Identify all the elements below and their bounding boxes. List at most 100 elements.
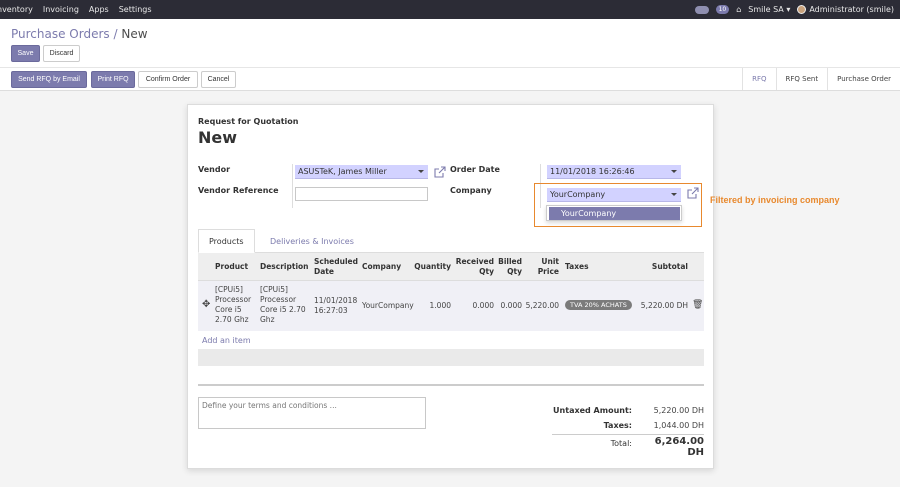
confirm-order-button[interactable]: Confirm Order: [138, 71, 198, 88]
tax-tag[interactable]: TVA 20% ACHATS: [565, 300, 632, 310]
cell-billed[interactable]: 0.000: [496, 301, 522, 311]
status-bar: RFQ RFQ Sent Purchase Order: [742, 68, 900, 90]
toggle-icon[interactable]: [694, 5, 709, 14]
home-icon[interactable]: ⌂: [736, 5, 741, 14]
section-separator: [198, 384, 704, 386]
order-date-value: 11/01/2018 16:26:46: [550, 167, 635, 176]
save-button[interactable]: Save: [11, 45, 40, 62]
top-navbar: nventory Invoicing Apps Settings 10 ⌂ Sm…: [0, 0, 900, 19]
breadcrumb-purchase-orders[interactable]: Purchase Orders: [11, 27, 110, 41]
status-purchase-order[interactable]: Purchase Order: [827, 68, 900, 90]
order-date-field[interactable]: 11/01/2018 16:26:46: [547, 165, 681, 179]
chevron-down-icon[interactable]: [418, 170, 424, 173]
col-billed-qty[interactable]: Billed Qty: [496, 253, 522, 281]
cell-scheduled-date[interactable]: 11/01/2018 16:27:03: [314, 296, 357, 316]
vendor-reference-input[interactable]: [295, 187, 428, 201]
col-quantity[interactable]: Quantity: [413, 253, 451, 281]
empty-row: [198, 349, 704, 366]
chevron-down-icon[interactable]: [671, 170, 677, 173]
description-line: Ghz: [260, 315, 275, 324]
annotation-box: [534, 183, 702, 227]
menu-invoicing[interactable]: Invoicing: [38, 5, 84, 14]
table-row[interactable]: ✥ [CPUi5] Processor Core i5 2.70 Ghz [CP…: [198, 281, 704, 331]
status-rfq[interactable]: RFQ: [742, 68, 775, 90]
form-sheet: Request for Quotation New Vendor ASUSTeK…: [187, 104, 714, 469]
avatar: [797, 5, 807, 14]
breadcrumb-separator: /: [113, 27, 118, 41]
table-header: Product Description Scheduled Date Compa…: [198, 253, 704, 281]
cell-description[interactable]: [CPUi5] Processor Core i5 2.70 Ghz: [260, 285, 306, 325]
col-subtotal[interactable]: Subtotal: [638, 253, 688, 281]
annotation-text: Filtered by invoicing company: [710, 195, 840, 205]
date-line: 16:27:03: [314, 306, 348, 315]
col-scheduled-date[interactable]: Scheduled Date: [314, 253, 358, 281]
product-line: [CPUi5]: [215, 285, 243, 294]
print-rfq-button[interactable]: Print RFQ: [91, 71, 135, 88]
menu-apps[interactable]: Apps: [84, 5, 114, 14]
vendor-label: Vendor: [198, 165, 231, 174]
vendor-value: ASUSTeK, James Miller: [298, 167, 387, 176]
breadcrumb-current: New: [121, 27, 148, 41]
user-menu[interactable]: Administrator (smile): [797, 5, 894, 14]
order-date-label: Order Date: [450, 165, 500, 174]
trash-icon[interactable]: 🗑: [692, 300, 703, 310]
user-name: Administrator (smile): [809, 5, 894, 14]
vendor-reference-label: Vendor Reference: [198, 186, 279, 195]
product-line: Core i5: [215, 305, 242, 314]
cell-received[interactable]: 0.000: [453, 301, 494, 311]
col-description[interactable]: Description: [260, 253, 309, 281]
company-switcher[interactable]: Smile SA ▾: [748, 5, 790, 14]
add-item-link[interactable]: Add an item: [202, 336, 251, 345]
tab-products[interactable]: Products: [198, 229, 255, 253]
tab-deliveries-invoices[interactable]: Deliveries & Invoices: [260, 229, 364, 253]
col-taxes[interactable]: Taxes: [565, 253, 589, 281]
col-received-line2: Qty: [479, 267, 494, 276]
breadcrumb: Purchase Orders / New: [11, 27, 148, 41]
status-rfq-sent[interactable]: RFQ Sent: [775, 68, 828, 90]
col-billed-line1: Billed: [498, 257, 522, 266]
notebook-tabs: Products Deliveries & Invoices: [198, 229, 704, 253]
date-line: 11/01/2018: [314, 296, 358, 305]
col-scheduled-line2: Date: [314, 267, 334, 276]
taxes-value: 1,044.00 DH: [653, 421, 704, 430]
activity-badge[interactable]: 10: [715, 5, 730, 14]
terms-textarea[interactable]: Define your terms and conditions ...: [198, 397, 426, 429]
col-unit-line1: Unit: [541, 257, 559, 266]
cell-unit-price[interactable]: 5,220.00: [524, 301, 559, 311]
untaxed-amount-value: 5,220.00 DH: [653, 406, 704, 415]
cancel-button[interactable]: Cancel: [201, 71, 236, 88]
col-received-line1: Received: [455, 257, 494, 266]
product-line: 2.70 Ghz: [215, 315, 249, 324]
menu-inventory[interactable]: nventory: [0, 5, 38, 14]
company-label: Company: [450, 186, 492, 195]
cell-subtotal[interactable]: 5,220.00 DH: [638, 301, 688, 311]
taxes-label: Taxes:: [603, 421, 632, 430]
description-line: Processor: [260, 295, 297, 304]
document-type: Request for Quotation: [198, 117, 299, 126]
discard-button[interactable]: Discard: [43, 45, 80, 62]
col-product[interactable]: Product: [215, 253, 248, 281]
col-billed-line2: Qty: [507, 267, 522, 276]
cell-product[interactable]: [CPUi5] Processor Core i5 2.70 Ghz: [215, 285, 251, 325]
total-label: Total:: [610, 439, 632, 448]
systray: 10 ⌂ Smile SA ▾ Administrator (smile): [694, 5, 900, 14]
send-rfq-email-button[interactable]: Send RFQ by Email: [11, 71, 87, 88]
totals-divider: [552, 434, 704, 435]
external-link-icon[interactable]: [434, 166, 446, 178]
cell-quantity[interactable]: 1.000: [413, 301, 451, 311]
total-value: 6,264.00 DH: [654, 436, 704, 458]
product-line: Processor: [215, 295, 252, 304]
menu-settings[interactable]: Settings: [114, 5, 157, 14]
vendor-field[interactable]: ASUSTeK, James Miller: [295, 165, 428, 179]
company-name: Smile SA: [748, 5, 784, 14]
field-separator: [292, 164, 293, 208]
col-unit-line2: Price: [537, 267, 559, 276]
cell-company[interactable]: YourCompany: [362, 301, 414, 311]
main-menu: nventory Invoicing Apps Settings: [0, 5, 157, 14]
description-line: [CPUi5]: [260, 285, 288, 294]
col-received-qty[interactable]: Received Qty: [453, 253, 494, 281]
col-unit-price[interactable]: Unit Price: [524, 253, 559, 281]
document-name: New: [198, 128, 238, 147]
drag-handle-icon[interactable]: ✥: [202, 300, 210, 310]
col-company[interactable]: Company: [362, 253, 401, 281]
